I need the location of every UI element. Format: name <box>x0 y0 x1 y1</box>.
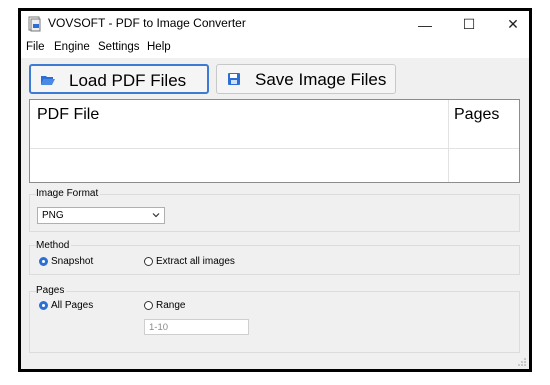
radio-checked-icon <box>39 257 48 266</box>
minimize-icon: — <box>418 16 432 33</box>
radio-extract-label: Extract all images <box>156 256 235 267</box>
save-button-label: Save Image Files <box>255 70 387 89</box>
maximize-button[interactable]: ☐ <box>447 11 491 38</box>
maximize-icon: ☐ <box>462 16 476 32</box>
range-input-placeholder: 1-10 <box>149 322 169 333</box>
menu-help[interactable]: Help <box>147 41 171 53</box>
radio-extract-all-images[interactable]: Extract all images <box>144 256 235 267</box>
image-format-select[interactable]: PNG <box>37 207 165 224</box>
load-pdf-files-button[interactable]: Load PDF Files <box>29 64 209 94</box>
close-icon: ✕ <box>507 16 519 32</box>
window-title: VOVSOFT - PDF to Image Converter <box>48 16 246 30</box>
radio-unchecked-icon <box>144 301 153 310</box>
column-header-pdf-file[interactable]: PDF File <box>37 106 99 124</box>
header-divider <box>30 148 519 149</box>
resize-grip-icon[interactable] <box>518 358 526 366</box>
method-group <box>29 245 520 275</box>
pages-group <box>29 291 520 353</box>
pages-label: Pages <box>36 285 67 296</box>
save-image-files-button[interactable]: Save Image Files <box>216 64 396 94</box>
menu-engine[interactable]: Engine <box>54 41 90 53</box>
pdf-file-list[interactable]: PDF File Pages <box>29 99 520 183</box>
column-header-pages[interactable]: Pages <box>454 106 499 124</box>
menu-file[interactable]: File <box>26 41 45 53</box>
radio-all-pages-label: All Pages <box>51 300 94 311</box>
close-button[interactable]: ✕ <box>491 11 535 38</box>
column-divider <box>448 100 449 182</box>
radio-all-pages[interactable]: All Pages <box>39 300 93 311</box>
chevron-down-icon <box>152 213 160 218</box>
app-window: VOVSOFT - PDF to Image Converter — ☐ ✕ F… <box>18 8 532 372</box>
title-bar: VOVSOFT - PDF to Image Converter — ☐ ✕ <box>21 11 529 38</box>
radio-range[interactable]: Range <box>144 300 185 311</box>
radio-range-label: Range <box>156 300 186 311</box>
radio-snapshot[interactable]: Snapshot <box>39 256 93 267</box>
method-label: Method <box>36 240 72 251</box>
minimize-button[interactable]: — <box>403 11 447 38</box>
radio-snapshot-label: Snapshot <box>51 256 94 267</box>
image-format-label: Image Format <box>36 188 101 199</box>
menu-settings[interactable]: Settings <box>98 41 140 53</box>
radio-checked-icon <box>39 301 48 310</box>
radio-unchecked-icon <box>144 257 153 266</box>
range-input[interactable]: 1-10 <box>144 319 249 335</box>
save-disk-icon <box>228 73 240 85</box>
app-icon <box>28 16 41 32</box>
folder-open-icon <box>41 76 55 85</box>
menu-bar: File Engine Settings Help <box>21 38 529 58</box>
load-button-label: Load PDF Files <box>69 71 187 90</box>
image-format-value: PNG <box>42 210 64 221</box>
